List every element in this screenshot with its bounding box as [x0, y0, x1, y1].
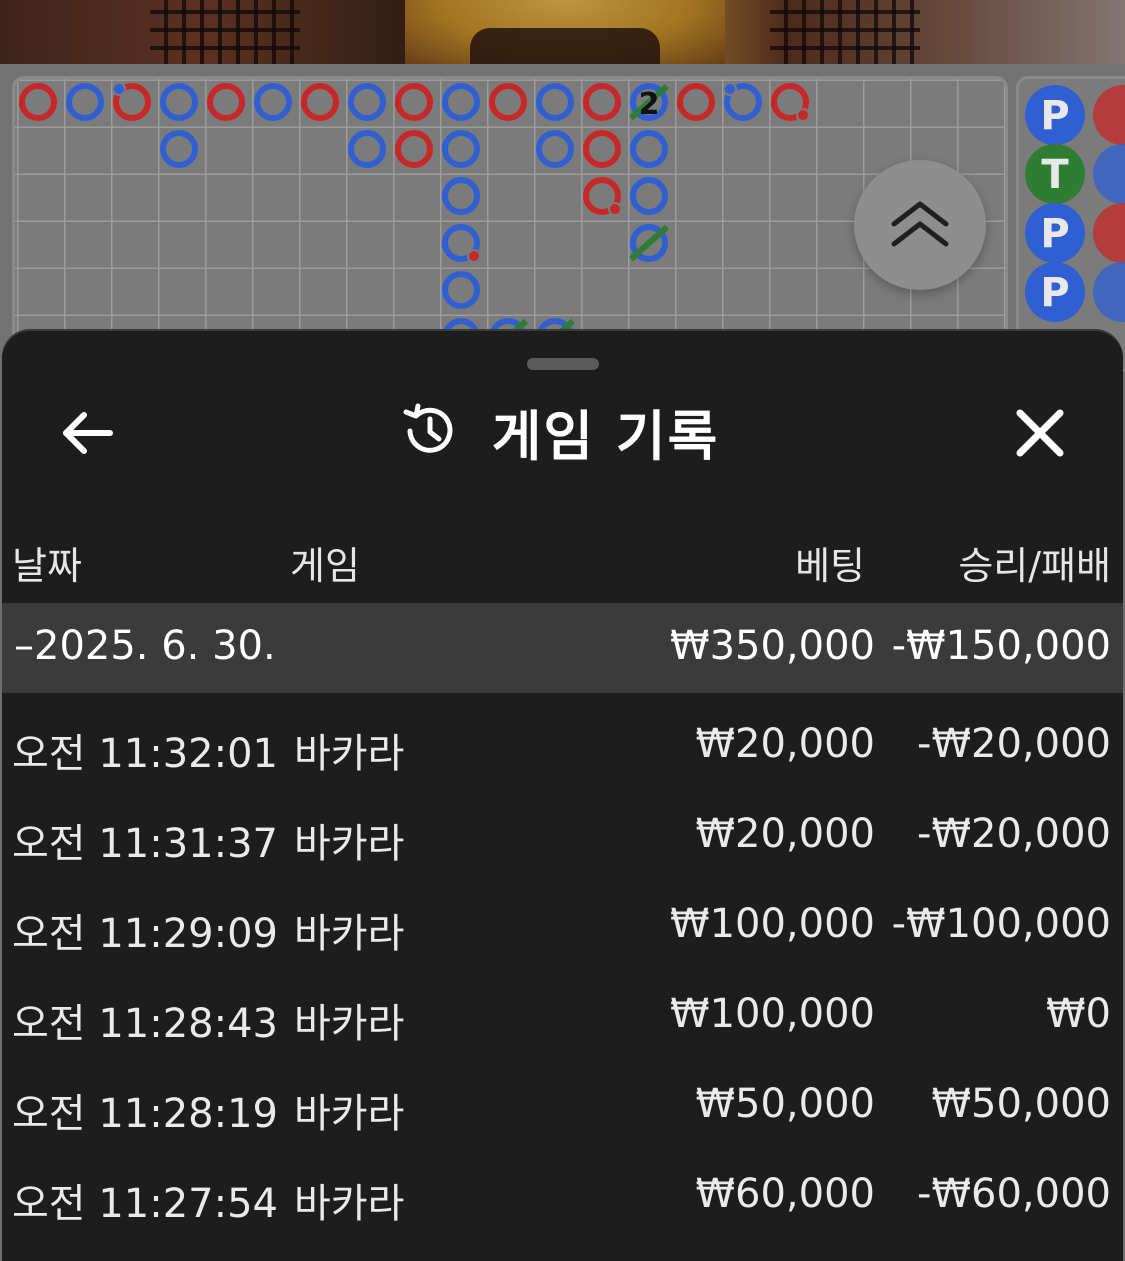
player-result-mark — [442, 83, 480, 121]
date-group-win-loss-total: -₩150,000 — [891, 623, 1111, 669]
date-group-bet-total: ₩350,000 — [670, 623, 875, 669]
player-result-mark — [630, 177, 668, 215]
row-time: 오전 11:27:54 — [12, 1181, 278, 1227]
row-game: 바카라 — [294, 731, 405, 777]
row-win-loss: ₩0 — [1046, 991, 1111, 1037]
row-time: 오전 11:32:01 — [12, 731, 278, 777]
bead-label: T — [1041, 152, 1069, 198]
row-bet: ₩100,000 — [670, 991, 875, 1037]
player-result-mark — [254, 83, 292, 121]
row-time: 오전 11:28:19 — [12, 1091, 278, 1137]
pair-dot-mark — [608, 202, 622, 216]
row-time: 오전 11:28:43 — [12, 1001, 278, 1047]
row-win-loss: ₩50,000 — [931, 1081, 1111, 1127]
bead-label: P — [1040, 211, 1069, 257]
player-result-mark — [442, 177, 480, 215]
player-result-mark — [442, 130, 480, 168]
history-row[interactable]: 오전 11:28:43 바카라 ₩100,000 ₩0 — [2, 973, 1123, 1063]
banker-result-mark — [583, 130, 621, 168]
banker-result-mark — [395, 130, 433, 168]
bead-plate-marks: PTPP — [1025, 85, 1125, 322]
pair-dot-mark — [112, 82, 126, 96]
column-header-game: 게임 — [290, 544, 360, 588]
row-bet: ₩50,000 — [695, 1081, 875, 1127]
table-header: 날짜 게임 베팅 승리/패배 — [2, 531, 1123, 588]
banker-result-mark — [301, 83, 339, 121]
row-time: 오전 11:29:09 — [12, 911, 278, 957]
history-clock-icon — [403, 403, 453, 453]
history-row[interactable]: 오전 11:27:54 바카라 ₩60,000 -₩60,000 — [2, 1153, 1123, 1243]
column-header-win-loss: 승리/패배 — [958, 544, 1111, 588]
row-win-loss: -₩60,000 — [917, 1171, 1111, 1217]
player-result-mark — [348, 83, 386, 121]
column-header-bet: 베팅 — [795, 544, 865, 588]
page-title: 게임 기록 — [491, 404, 720, 468]
banker-result-mark — [395, 83, 433, 121]
row-win-loss: -₩100,000 — [891, 901, 1111, 947]
bead-partial — [1093, 144, 1125, 204]
tie-count-label: 2 — [639, 87, 660, 122]
player-result-mark — [630, 130, 668, 168]
collapse-button[interactable] — [854, 160, 986, 290]
sheet-header: 게임 기록 — [2, 389, 1123, 473]
player-result-mark — [442, 271, 480, 309]
player-result-mark — [536, 83, 574, 121]
bead-partial — [1093, 203, 1125, 263]
row-game: 바카라 — [294, 821, 405, 867]
bead-partial — [1093, 85, 1125, 145]
row-game: 바카라 — [294, 1181, 405, 1227]
history-row[interactable]: 오전 11:28:19 바카라 ₩50,000 ₩50,000 — [2, 1063, 1123, 1153]
history-row[interactable]: 오전 11:32:01 바카라 ₩20,000 -₩20,000 — [2, 703, 1123, 793]
player-result-mark — [66, 83, 104, 121]
row-win-loss: -₩20,000 — [917, 721, 1111, 767]
roadmap-area: 2 PTPP — [0, 64, 1125, 372]
close-icon — [1016, 409, 1064, 457]
banker-result-mark — [489, 83, 527, 121]
banker-result-mark — [583, 83, 621, 121]
chevron-double-up-icon — [891, 201, 949, 247]
player-result-mark — [536, 130, 574, 168]
row-bet: ₩20,000 — [695, 811, 875, 857]
row-game: 바카라 — [294, 1001, 405, 1047]
player-result-mark — [160, 130, 198, 168]
pair-dot-mark — [467, 249, 481, 263]
row-bet: ₩60,000 — [695, 1171, 875, 1217]
pair-dot-mark — [723, 82, 737, 96]
history-row[interactable]: 오전 11:31:37 바카라 ₩20,000 -₩20,000 — [2, 793, 1123, 883]
game-history-sheet: 게임 기록 날짜 게임 베팅 승리/패배 –2025. 6. 30. ₩350,… — [2, 331, 1123, 1261]
player-result-mark — [348, 130, 386, 168]
row-game: 바카라 — [294, 911, 405, 957]
date-group-row[interactable]: –2025. 6. 30. ₩350,000 -₩150,000 — [2, 603, 1123, 693]
banker-result-mark — [207, 83, 245, 121]
column-header-date: 날짜 — [12, 544, 82, 588]
close-button[interactable] — [1008, 401, 1072, 465]
history-list: 오전 11:32:01 바카라 ₩20,000 -₩20,000 오전 11:3… — [2, 703, 1123, 1243]
banker-result-mark — [677, 83, 715, 121]
bead-partial — [1093, 262, 1125, 322]
player-result-mark — [160, 83, 198, 121]
row-time: 오전 11:31:37 — [12, 821, 278, 867]
sheet-drag-handle[interactable] — [527, 358, 599, 370]
row-game: 바카라 — [294, 1091, 405, 1137]
live-video-background — [0, 0, 1125, 64]
pair-dot-mark — [796, 108, 810, 122]
row-bet: ₩20,000 — [695, 721, 875, 767]
bead-label: P — [1040, 270, 1069, 316]
bead-label: P — [1040, 93, 1069, 139]
row-bet: ₩100,000 — [670, 901, 875, 947]
video-dim-overlay — [0, 0, 1125, 64]
banker-result-mark — [19, 83, 57, 121]
row-win-loss: -₩20,000 — [917, 811, 1111, 857]
date-group-label: –2025. 6. 30. — [14, 623, 276, 669]
bead-plate: PTPP — [1016, 76, 1125, 372]
history-row[interactable]: 오전 11:29:09 바카라 ₩100,000 -₩100,000 — [2, 883, 1123, 973]
